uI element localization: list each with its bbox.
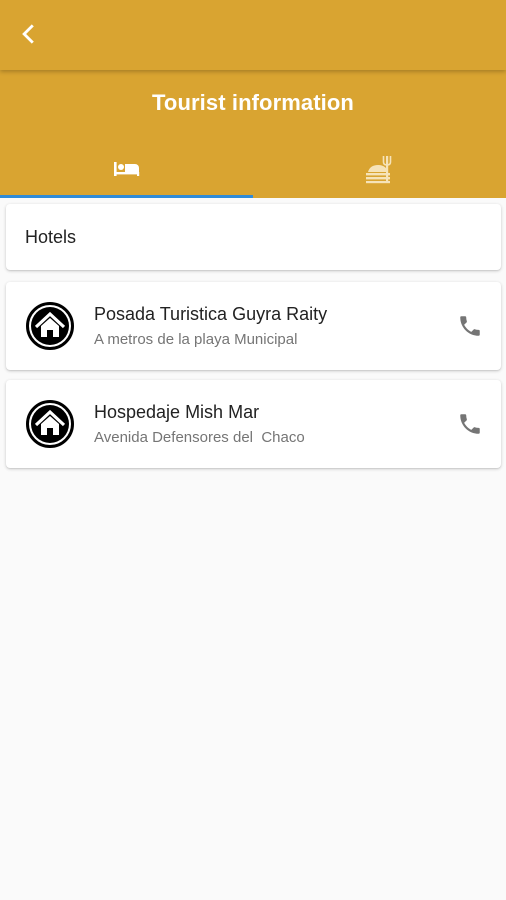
call-button[interactable] <box>453 407 487 441</box>
chevron-left-icon <box>22 24 34 44</box>
phone-icon <box>460 316 480 336</box>
restaurant-icon <box>365 156 391 184</box>
tab-hotels[interactable] <box>0 140 253 198</box>
hotel-name: Posada Turistica Guyra Raity <box>94 304 328 324</box>
tab-indicator <box>0 195 253 198</box>
call-button[interactable] <box>453 309 487 343</box>
section-title: Hotels <box>25 227 77 247</box>
hotel-address: Avenida Defensores del Chaco <box>94 429 305 446</box>
home-icon <box>26 400 74 448</box>
list-item[interactable]: Posada Turistica Guyra Raity A metros de… <box>6 282 501 370</box>
home-icon <box>26 302 74 350</box>
bed-icon <box>113 162 139 176</box>
page-title: Tourist information <box>152 90 354 115</box>
tab-restaurants[interactable] <box>253 140 506 198</box>
app-bar <box>0 0 506 70</box>
section-header-card: Hotels <box>6 204 501 270</box>
tab-bar <box>0 140 506 198</box>
list-item[interactable]: Hospedaje Mish Mar Avenida Defensores de… <box>6 380 501 468</box>
header-panel: Tourist information <box>0 70 506 198</box>
back-button[interactable] <box>10 15 48 53</box>
hotel-name: Hospedaje Mish Mar <box>94 402 260 422</box>
phone-icon <box>460 414 480 434</box>
hotel-address: A metros de la playa Municipal <box>94 331 298 348</box>
